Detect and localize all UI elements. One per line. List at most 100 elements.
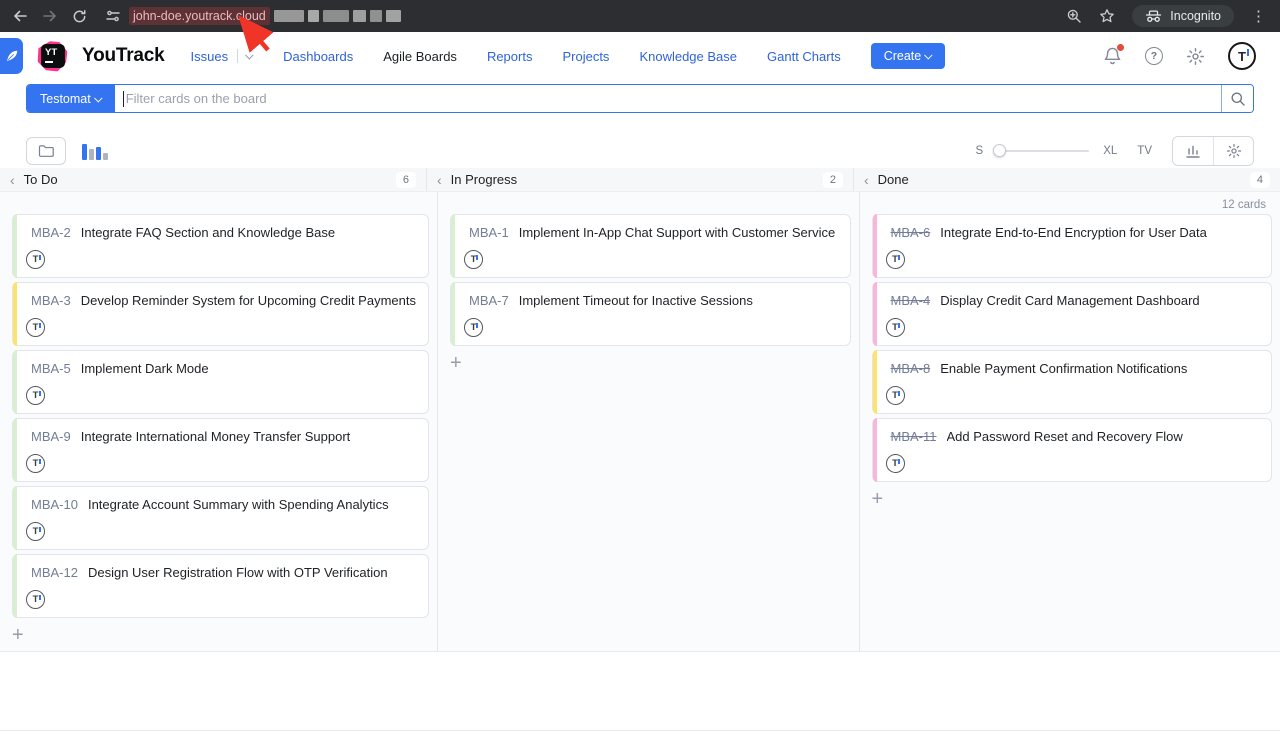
nav-item-label: Gantt Charts bbox=[767, 49, 841, 64]
card-id[interactable]: MBA-3 bbox=[31, 293, 71, 308]
card-mba-12[interactable]: MBA-12 Design User Registration Flow with… bbox=[12, 554, 429, 618]
create-button[interactable]: Create bbox=[871, 43, 946, 69]
assignee-avatar[interactable]: T bbox=[26, 386, 45, 405]
zoom-page-icon[interactable] bbox=[1066, 8, 1082, 24]
card-title[interactable]: Integrate International Money Transfer S… bbox=[81, 429, 351, 444]
board-settings-button[interactable] bbox=[1213, 137, 1253, 165]
card-title[interactable]: Implement In-App Chat Support with Custo… bbox=[519, 225, 835, 240]
card-mba-7[interactable]: MBA-7 Implement Timeout for Inactive Sess… bbox=[450, 282, 851, 346]
card-priority-stripe bbox=[451, 282, 455, 346]
card-priority-stripe bbox=[13, 486, 17, 550]
card-size-slider[interactable] bbox=[993, 150, 1089, 152]
card-title[interactable]: Integrate FAQ Section and Knowledge Base bbox=[81, 225, 335, 240]
card-title[interactable]: Implement Dark Mode bbox=[81, 361, 209, 376]
backlog-button[interactable] bbox=[26, 137, 66, 165]
card-title[interactable]: Implement Timeout for Inactive Sessions bbox=[519, 293, 753, 308]
board-selector-button[interactable]: Testomat bbox=[27, 85, 115, 112]
nav-item-gantt-charts[interactable]: Gantt Charts bbox=[767, 49, 841, 64]
card-mba-2[interactable]: MBA-2 Integrate FAQ Section and Knowledge… bbox=[12, 214, 429, 278]
notifications-button[interactable] bbox=[1103, 46, 1122, 66]
filter-placeholder: Filter cards on the board bbox=[126, 91, 267, 106]
card-title[interactable]: Display Credit Card Management Dashboard bbox=[940, 293, 1199, 308]
collapse-chevron-icon[interactable]: ‹ bbox=[864, 173, 869, 187]
card-id[interactable]: MBA-9 bbox=[31, 429, 71, 444]
card-mba-9[interactable]: MBA-9 Integrate International Money Trans… bbox=[12, 418, 429, 482]
card-id[interactable]: MBA-11 bbox=[891, 429, 937, 444]
tv-mode-button[interactable]: TV bbox=[1137, 145, 1152, 157]
assignee-avatar[interactable]: T bbox=[26, 318, 45, 337]
nav-item-agile-boards[interactable]: Agile Boards bbox=[383, 49, 457, 64]
assignee-avatar[interactable]: T bbox=[26, 590, 45, 609]
card-title[interactable]: Design User Registration Flow with OTP V… bbox=[88, 565, 388, 580]
card-title[interactable]: Add Password Reset and Recovery Flow bbox=[947, 429, 1183, 444]
card-id[interactable]: MBA-5 bbox=[31, 361, 71, 376]
card-title[interactable]: Integrate End-to-End Encryption for User… bbox=[940, 225, 1207, 240]
filter-input[interactable]: Filter cards on the board bbox=[115, 85, 1221, 112]
card-id[interactable]: MBA-12 bbox=[31, 565, 78, 580]
card-priority-stripe bbox=[13, 350, 17, 414]
assignee-avatar[interactable]: T bbox=[26, 454, 45, 473]
nav-item-dashboards[interactable]: Dashboards bbox=[283, 49, 353, 64]
assignee-avatar[interactable]: T bbox=[886, 386, 905, 405]
assignee-avatar[interactable]: T bbox=[26, 250, 45, 269]
card-title[interactable]: Enable Payment Confirmation Notification… bbox=[940, 361, 1187, 376]
youtrack-logo[interactable]: YT bbox=[36, 39, 70, 73]
address-bar-url[interactable]: john-doe.youtrack.cloud bbox=[129, 7, 270, 25]
card-title[interactable]: Develop Reminder System for Upcoming Cre… bbox=[81, 293, 416, 308]
sidebar-extension-tab[interactable] bbox=[0, 38, 23, 74]
bookmark-star-icon[interactable] bbox=[1099, 8, 1115, 24]
chart-button[interactable] bbox=[1173, 137, 1213, 165]
histogram-icon bbox=[1185, 144, 1201, 159]
nav-item-knowledge-base[interactable]: Knowledge Base bbox=[639, 49, 737, 64]
settings-button[interactable] bbox=[1186, 47, 1205, 66]
add-card-button[interactable]: + bbox=[12, 626, 32, 644]
folder-icon bbox=[38, 144, 55, 158]
card-mba-3[interactable]: MBA-3 Develop Reminder System for Upcomin… bbox=[12, 282, 429, 346]
card-mba-10[interactable]: MBA-10 Integrate Account Summary with Spe… bbox=[12, 486, 429, 550]
add-card-button[interactable]: + bbox=[872, 490, 892, 508]
card-mba-4[interactable]: MBA-4 Display Credit Card Management Dash… bbox=[872, 282, 1273, 346]
card-id[interactable]: MBA-1 bbox=[469, 225, 509, 240]
assignee-avatar[interactable]: T bbox=[886, 250, 905, 269]
nav-item-issues[interactable]: Issues bbox=[191, 49, 254, 64]
column-title: To Do bbox=[24, 172, 58, 187]
card-id[interactable]: MBA-2 bbox=[31, 225, 71, 240]
card-priority-stripe bbox=[873, 350, 877, 414]
assignee-avatar[interactable]: T bbox=[886, 454, 905, 473]
card-id[interactable]: MBA-10 bbox=[31, 497, 78, 512]
column-to-do: MBA-2 Integrate FAQ Section and Knowledge… bbox=[0, 192, 438, 651]
card-id[interactable]: MBA-8 bbox=[891, 361, 931, 376]
card-mba-6[interactable]: MBA-6 Integrate End-to-End Encryption for… bbox=[872, 214, 1273, 278]
card-mba-1[interactable]: MBA-1 Implement In-App Chat Support with … bbox=[450, 214, 851, 278]
browser-menu-icon[interactable]: ⋮ bbox=[1251, 7, 1266, 25]
collapse-chevron-icon[interactable]: ‹ bbox=[437, 173, 442, 187]
search-button[interactable] bbox=[1221, 85, 1253, 112]
add-card-button[interactable]: + bbox=[450, 354, 470, 372]
help-button[interactable]: ? bbox=[1145, 47, 1163, 65]
column-title: In Progress bbox=[451, 172, 517, 187]
card-mba-11[interactable]: MBA-11 Add Password Reset and Recovery Fl… bbox=[872, 418, 1273, 482]
card-title[interactable]: Integrate Account Summary with Spending … bbox=[88, 497, 389, 512]
chart-view-toggle[interactable] bbox=[82, 142, 108, 160]
reload-icon[interactable] bbox=[72, 9, 87, 24]
card-id[interactable]: MBA-4 bbox=[891, 293, 931, 308]
board-actions-group bbox=[1172, 136, 1254, 166]
nav-item-reports[interactable]: Reports bbox=[487, 49, 533, 64]
assignee-avatar[interactable]: T bbox=[886, 318, 905, 337]
card-id[interactable]: MBA-6 bbox=[891, 225, 931, 240]
forward-icon[interactable] bbox=[42, 8, 58, 24]
assignee-avatar[interactable]: T bbox=[464, 318, 483, 337]
user-avatar[interactable]: T bbox=[1228, 42, 1256, 70]
collapse-chevron-icon[interactable]: ‹ bbox=[10, 173, 15, 187]
card-mba-5[interactable]: MBA-5 Implement Dark Mode T bbox=[12, 350, 429, 414]
nav-item-projects[interactable]: Projects bbox=[562, 49, 609, 64]
slider-knob[interactable] bbox=[993, 144, 1006, 157]
assignee-avatar[interactable]: T bbox=[26, 522, 45, 541]
incognito-badge[interactable]: Incognito bbox=[1132, 5, 1234, 27]
card-mba-8[interactable]: MBA-8 Enable Payment Confirmation Notific… bbox=[872, 350, 1273, 414]
site-info-icon[interactable] bbox=[105, 8, 121, 24]
column-done: MBA-6 Integrate End-to-End Encryption for… bbox=[860, 192, 1280, 651]
assignee-avatar[interactable]: T bbox=[464, 250, 483, 269]
back-icon[interactable] bbox=[12, 8, 28, 24]
card-id[interactable]: MBA-7 bbox=[469, 293, 509, 308]
